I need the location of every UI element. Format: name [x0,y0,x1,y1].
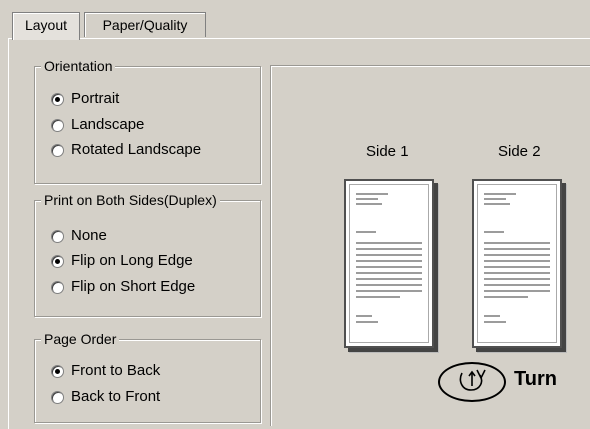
radio-button-selected[interactable] [51,93,64,106]
turn-arrow-icon [459,369,486,391]
radio-button[interactable] [51,230,64,243]
radio-button-selected[interactable] [51,365,64,378]
page-order-group: Page Order Front to Back Back to Front [34,330,261,423]
orientation-group: Orientation Portrait Landscape Rotated L… [34,57,261,184]
radio-button[interactable] [51,144,64,157]
duplex-group: Print on Both Sides(Duplex) None Flip on… [34,191,261,317]
side-1-page-preview [344,179,434,348]
page-order-group-title: Page Order [41,330,120,348]
side-2-page-preview [472,179,562,348]
radio-label: None [71,227,107,244]
turn-indicator [438,362,506,402]
radio-label: Rotated Landscape [71,141,202,158]
radio-label: Portrait [71,90,120,107]
radio-label: Back to Front [71,388,161,405]
turn-label: Turn [514,368,557,390]
radio-label: Front to Back [71,362,161,379]
tab-paper-quality[interactable]: Paper/Quality [84,12,206,37]
side-2-label: Side 2 [498,143,541,160]
orientation-group-title: Orientation [41,57,116,75]
radio-label: Landscape [71,116,145,133]
radio-label: Flip on Short Edge [71,278,196,295]
radio-label: Flip on Long Edge [71,252,193,269]
radio-button-selected[interactable] [51,255,64,268]
side-1-label: Side 1 [366,143,409,160]
duplex-group-title: Print on Both Sides(Duplex) [41,191,220,209]
tab-layout[interactable]: Layout [12,12,80,40]
radio-button[interactable] [51,119,64,132]
radio-button[interactable] [51,281,64,294]
radio-button[interactable] [51,391,64,404]
